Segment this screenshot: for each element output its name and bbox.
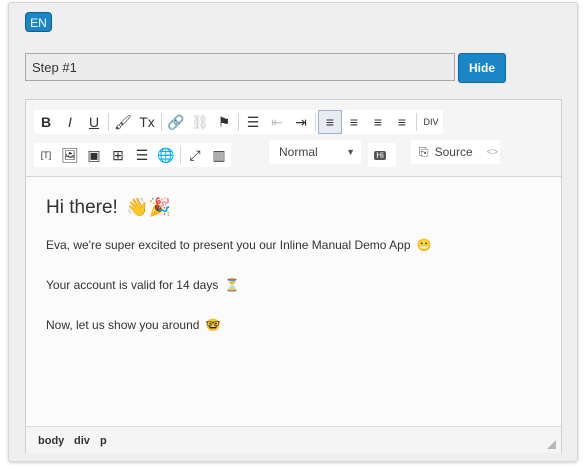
- language-badge[interactable]: EN: [25, 12, 52, 32]
- maximize-icon: ⤢: [189, 146, 201, 163]
- underline-icon: U: [88, 114, 100, 130]
- remove-format-icon: Tx: [139, 114, 155, 130]
- format-select[interactable]: Normal ▼: [269, 140, 361, 164]
- rich-text-editor: B I U 🖌 Tx 🔗 ⛓ ⚑ ☰ ⇤ ⇥ ≡ ≡ ≡ ≡ DIV [T] 🖼 ▣ ⊞ ☰ 🌐 ⤢ ▥ Normal ▼ …: [25, 99, 562, 453]
- show-blocks-button[interactable]: ▥: [207, 143, 231, 167]
- tour-text: Now, let us show you around: [46, 318, 200, 332]
- chevron-down-icon: ▼: [346, 147, 355, 157]
- link-button[interactable]: 🔗: [164, 110, 188, 134]
- increase-indent-button[interactable]: ⇥: [289, 110, 313, 134]
- italic-icon: I: [68, 114, 72, 130]
- source-icon: ⎘: [419, 144, 429, 159]
- align-left-icon: ≡: [325, 114, 335, 130]
- bulleted-list-button[interactable]: ☰: [241, 110, 265, 134]
- decrease-indent-button[interactable]: ⇤: [265, 110, 289, 134]
- remove-format-button[interactable]: Tx: [135, 110, 159, 134]
- decrease-indent-icon: ⇤: [271, 113, 283, 130]
- greeting-heading: Hi there! 👋🎉: [46, 197, 171, 219]
- div-icon: DIV: [423, 117, 439, 127]
- toolbar-row-2: [T] 🖼 ▣ ⊞ ☰ 🌐 ⤢ ▥: [34, 143, 231, 167]
- link-icon: 🔗: [167, 113, 185, 130]
- nerd-emoji: 🤓: [205, 318, 221, 332]
- hi-button-group: Hi: [368, 143, 396, 167]
- toolbar-separator: [161, 113, 162, 131]
- toolbar-separator: [238, 113, 239, 131]
- toolbar-row-1: B I U 🖌 Tx 🔗 ⛓ ⚑ ☰ ⇤ ⇥ ≡ ≡ ≡ ≡ DIV: [34, 110, 443, 134]
- step-panel: EN Hide BIU 🖌 Tx 🔗 ⛓ ⚑ ☰ ⇤ ⇥ ≡ ≡ ≡ ≡ DIV [T] 🖼 ▣ ⊞ ☰ 🌐 ⤢ ▥ N…: [8, 2, 578, 462]
- hi-button[interactable]: Hi: [368, 143, 392, 167]
- hi-label: Hi: [374, 150, 386, 160]
- language-icon: 🌐: [157, 146, 175, 163]
- div-button[interactable]: DIV: [419, 110, 443, 134]
- align-center-icon: ≡: [349, 114, 359, 130]
- toolbar-separator: [416, 113, 417, 131]
- align-right-button[interactable]: ≡: [366, 110, 390, 134]
- format-select-value: Normal: [279, 145, 318, 159]
- grimace-emoji: 😬: [416, 238, 432, 252]
- greeting-text: Hi there!: [46, 197, 118, 218]
- element-path-bar: body div p: [26, 426, 561, 453]
- align-left-button[interactable]: ≡: [318, 110, 342, 134]
- intro-paragraph: Eva, we're super excited to present you …: [46, 238, 432, 252]
- maximize-button[interactable]: ⤢: [183, 143, 207, 167]
- validity-text: Your account is valid for 14 days: [46, 278, 219, 292]
- editor-toolbar: B I U 🖌 Tx 🔗 ⛓ ⚑ ☰ ⇤ ⇥ ≡ ≡ ≡ ≡ DIV [T] 🖼 ▣ ⊞ ☰ 🌐 ⤢ ▥ Normal ▼ …: [26, 100, 561, 177]
- horizontal-line-icon: ☰: [135, 146, 149, 163]
- underline-button[interactable]: U: [82, 110, 106, 134]
- source-code-hint: <>: [486, 146, 499, 158]
- video-button[interactable]: ▣: [82, 143, 106, 167]
- language-button[interactable]: 🌐: [154, 143, 178, 167]
- toolbar-separator: [315, 113, 316, 131]
- bold-button[interactable]: B: [34, 110, 58, 134]
- toolbar-separator: [180, 146, 181, 164]
- bold-icon: B: [40, 114, 52, 130]
- anchor-button[interactable]: ⚑: [212, 110, 236, 134]
- video-icon: ▣: [87, 146, 101, 163]
- copy-formatting-button[interactable]: 🖌: [111, 110, 135, 134]
- increase-indent-icon: ⇥: [295, 113, 307, 130]
- intro-text: Eva, we're super excited to present you …: [46, 238, 411, 252]
- editor-content[interactable]: Hi there! 👋🎉 Eva, we're super excited to…: [26, 177, 561, 426]
- justify-icon: ≡: [397, 114, 407, 130]
- source-button[interactable]: ⎘ Source <>: [411, 140, 500, 164]
- copy-formatting-icon: 🖌: [114, 113, 132, 130]
- tour-paragraph: Now, let us show you around 🤓: [46, 318, 221, 332]
- path-item-div[interactable]: div: [74, 435, 90, 447]
- unlink-icon: ⛓: [191, 113, 209, 130]
- path-item-p[interactable]: p: [100, 435, 107, 447]
- source-label: Source: [434, 145, 473, 159]
- table-button[interactable]: ⊞: [106, 143, 130, 167]
- align-center-button[interactable]: ≡: [342, 110, 366, 134]
- unlink-button[interactable]: ⛓: [188, 110, 212, 134]
- image-icon: 🖼: [61, 146, 79, 163]
- anchor-icon: ⚑: [217, 113, 231, 130]
- align-right-icon: ≡: [373, 114, 383, 130]
- show-blocks-icon: ▥: [212, 146, 226, 163]
- bulleted-list-icon: ☰: [246, 113, 260, 130]
- text-field-button[interactable]: [T]: [34, 143, 58, 167]
- table-icon: ⊞: [112, 146, 124, 163]
- horizontal-line-button[interactable]: ☰: [130, 143, 154, 167]
- image-button[interactable]: 🖼: [58, 143, 82, 167]
- validity-paragraph: Your account is valid for 14 days ⏳: [46, 278, 240, 292]
- wave-party-emoji: 👋🎉: [126, 197, 171, 217]
- hide-button[interactable]: Hide: [458, 53, 506, 83]
- italic-button[interactable]: I: [58, 110, 82, 134]
- hourglass-emoji: ⏳: [224, 278, 240, 292]
- path-item-body[interactable]: body: [38, 435, 64, 447]
- resize-handle[interactable]: [547, 440, 556, 449]
- toolbar-separator: [108, 113, 109, 131]
- justify-button[interactable]: ≡: [390, 110, 414, 134]
- step-title-input[interactable]: [25, 53, 455, 81]
- text-field-icon: [T]: [40, 150, 52, 160]
